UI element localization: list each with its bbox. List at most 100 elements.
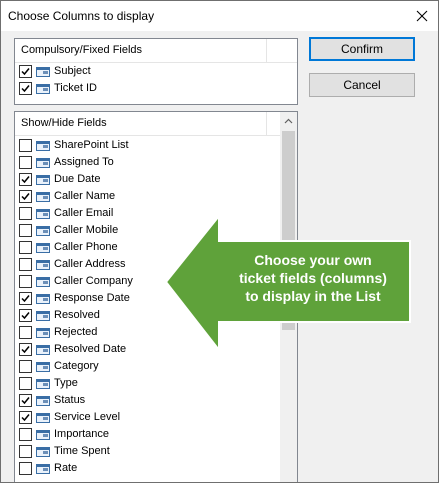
checkbox[interactable] (19, 139, 32, 152)
checkmark-icon (21, 85, 30, 93)
window-title: Choose Columns to display (8, 9, 155, 23)
checkmark-icon (21, 68, 30, 76)
field-column-icon (36, 67, 50, 77)
field-column-icon (36, 464, 50, 474)
close-button[interactable] (405, 0, 439, 31)
checkbox[interactable] (19, 360, 32, 373)
field-label: Response Date (54, 292, 130, 304)
list-item[interactable]: Status (19, 392, 279, 409)
field-column-icon (36, 294, 50, 304)
field-label: Caller Name (54, 190, 116, 202)
checkbox[interactable] (19, 82, 32, 95)
list-item[interactable]: Assigned To (19, 154, 279, 171)
checkbox[interactable] (19, 241, 32, 254)
chevron-up-icon (284, 118, 293, 123)
checkbox[interactable] (19, 275, 32, 288)
checkbox[interactable] (19, 173, 32, 186)
checkbox[interactable] (19, 258, 32, 271)
column-separator (266, 112, 267, 136)
field-label: Caller Address (54, 258, 126, 270)
field-column-icon (36, 430, 50, 440)
show-hide-fields-header[interactable]: Show/Hide Fields (15, 112, 280, 136)
fixed-fields-header[interactable]: Compulsory/Fixed Fields (15, 39, 297, 63)
checkbox[interactable] (19, 224, 32, 237)
field-label: Caller Company (54, 275, 133, 287)
field-label: Importance (54, 428, 110, 440)
field-column-icon (36, 345, 50, 355)
field-column-icon (36, 209, 50, 219)
field-column-icon (36, 243, 50, 253)
field-label: Resolved (54, 309, 100, 321)
field-label: Assigned To (54, 156, 114, 168)
field-label: Rejected (54, 326, 98, 338)
field-label: SharePoint List (54, 139, 129, 151)
list-item[interactable]: Due Date (19, 171, 279, 188)
fixed-fields-list[interactable]: Compulsory/Fixed Fields Subject Ticket ID (14, 38, 298, 105)
field-label: Type (54, 377, 78, 389)
field-column-icon (36, 396, 50, 406)
checkbox[interactable] (19, 156, 32, 169)
field-column-icon (36, 260, 50, 270)
checkbox[interactable] (19, 428, 32, 441)
field-column-icon (36, 447, 50, 457)
checkbox[interactable] (19, 462, 32, 475)
field-label: Time Spent (54, 445, 110, 457)
checkbox[interactable] (19, 292, 32, 305)
checkmark-icon (21, 176, 30, 184)
field-label: Status (54, 394, 86, 406)
list-item[interactable]: Ticket ID (19, 80, 279, 97)
checkmark-icon (21, 346, 30, 354)
field-column-icon (36, 413, 50, 423)
field-column-icon (36, 84, 50, 94)
list-item[interactable]: Time Spent (19, 443, 279, 460)
field-column-icon (36, 175, 50, 185)
field-label: Service Level (54, 411, 121, 423)
checkbox[interactable] (19, 190, 32, 203)
list-item[interactable]: Caller Name (19, 188, 279, 205)
close-icon (416, 10, 428, 21)
column-separator (266, 39, 267, 63)
checkbox[interactable] (19, 377, 32, 390)
field-label: Caller Phone (54, 241, 118, 253)
list-item[interactable]: Type (19, 375, 279, 392)
checkbox[interactable] (19, 326, 32, 339)
field-label: Subject (54, 65, 91, 77)
field-column-icon (36, 226, 50, 236)
field-column-icon (36, 158, 50, 168)
list-item[interactable]: Category (19, 358, 279, 375)
checkmark-icon (21, 312, 30, 320)
confirm-button[interactable]: Confirm (309, 37, 415, 61)
field-column-icon (36, 379, 50, 389)
field-label: Ticket ID (54, 82, 97, 94)
field-column-icon (36, 277, 50, 287)
list-item[interactable]: Rate (19, 460, 279, 477)
field-column-icon (36, 311, 50, 321)
checkbox[interactable] (19, 343, 32, 356)
callout-line: ticket fields (columns) (239, 270, 387, 286)
list-item[interactable]: SharePoint List (19, 137, 279, 154)
field-column-icon (36, 192, 50, 202)
checkbox[interactable] (19, 445, 32, 458)
checkmark-icon (21, 193, 30, 201)
field-label: Due Date (54, 173, 101, 185)
field-column-icon (36, 362, 50, 372)
list-item[interactable]: Importance (19, 426, 279, 443)
field-label: Caller Mobile (54, 224, 119, 236)
title-bar: Choose Columns to display (0, 0, 439, 31)
list-item[interactable]: Subject (19, 63, 279, 80)
cancel-button[interactable]: Cancel (309, 73, 415, 97)
field-column-icon (36, 141, 50, 151)
checkbox[interactable] (19, 207, 32, 220)
field-label: Resolved Date (54, 343, 127, 355)
scroll-up-button[interactable] (280, 112, 297, 129)
checkbox[interactable] (19, 411, 32, 424)
checkbox[interactable] (19, 309, 32, 322)
callout-text: Choose your own ticket fields (columns) … (209, 251, 417, 305)
field-label: Category (54, 360, 99, 372)
checkmark-icon (21, 295, 30, 303)
checkbox[interactable] (19, 65, 32, 78)
list-item[interactable]: Service Level (19, 409, 279, 426)
checkbox[interactable] (19, 394, 32, 407)
checkmark-icon (21, 397, 30, 405)
checkmark-icon (21, 414, 30, 422)
